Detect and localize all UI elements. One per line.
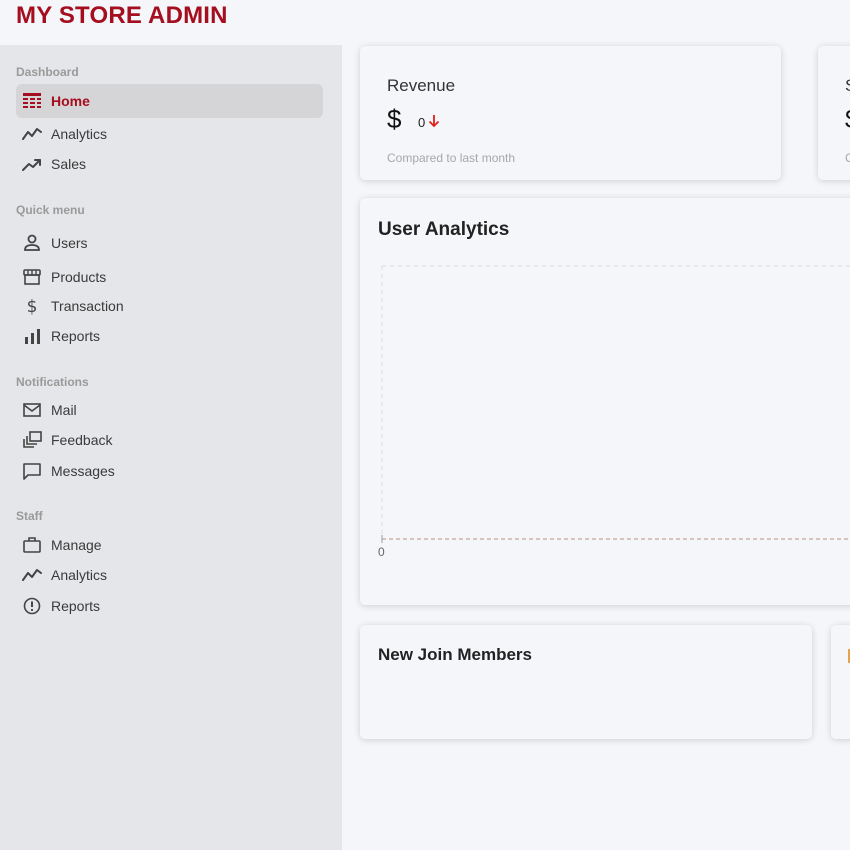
sidebar-item-label: Reports (51, 328, 101, 344)
sidebar-item-mail[interactable]: Mail (16, 393, 323, 427)
sidebar-item-sales[interactable]: Sales (16, 147, 323, 181)
sidebar-item-label: Sales (51, 156, 87, 172)
revenue-card: Revenue $ 0 Compared to last month (360, 46, 781, 180)
latest-transactions-card (831, 625, 850, 739)
sidebar-item-staff-analytics[interactable]: Analytics (16, 558, 323, 592)
second-featured-card: S $ C (818, 46, 850, 180)
sidebar-section-staff: Staff (16, 509, 43, 523)
brand-logo-text[interactable]: MY STORE ADMIN (16, 2, 228, 30)
sidebar-item-reports[interactable]: Reports (16, 319, 323, 353)
home-icon (22, 91, 42, 111)
sidebar-section-notifications: Notifications (16, 375, 89, 389)
top-bar: MY STORE ADMIN (0, 0, 850, 45)
sidebar-item-label: Home (51, 93, 90, 109)
timeline-icon (22, 124, 42, 144)
second-featured-title: S (845, 76, 850, 96)
sidebar-item-feedback[interactable]: Feedback (16, 423, 323, 457)
sidebar-item-label: Analytics (51, 567, 108, 583)
sidebar-item-label: Mail (51, 402, 77, 418)
sidebar-item-messages[interactable]: Messages (16, 454, 323, 488)
sidebar-item-label: Reports (51, 598, 101, 614)
bar-chart-icon (22, 326, 42, 346)
chart-tick-label: 0 (378, 545, 385, 559)
new-join-members-title: New Join Members (378, 645, 532, 664)
work-outline-icon (22, 535, 42, 555)
report-icon (22, 596, 42, 616)
sidebar-item-label: Analytics (51, 126, 108, 142)
sidebar: Dashboard Home Analytics Sales Quick men… (0, 45, 342, 850)
sidebar-item-staff-reports[interactable]: Reports (16, 589, 323, 623)
user-icon (22, 233, 42, 253)
sidebar-item-manage[interactable]: Manage (16, 528, 323, 562)
sidebar-item-transaction[interactable]: $ Transaction (16, 289, 323, 323)
timeline-icon (22, 565, 42, 585)
chat-bubble-icon (22, 461, 42, 481)
sidebar-item-label: Messages (51, 463, 115, 479)
svg-text:$: $ (27, 297, 38, 316)
sidebar-item-label: Feedback (51, 432, 113, 448)
revenue-subtitle: Compared to last month (387, 151, 516, 165)
revenue-title: Revenue (387, 76, 456, 95)
sidebar-item-label: Products (51, 269, 107, 285)
trending-up-icon (22, 154, 42, 174)
revenue-rate: 0 (418, 114, 441, 131)
revenue-rate-value: 0 (418, 115, 426, 130)
sidebar-item-label: Manage (51, 537, 102, 553)
new-join-members-card: New Join Members (360, 625, 812, 739)
sidebar-item-home[interactable]: Home (16, 84, 323, 118)
sidebar-item-label: Users (51, 235, 88, 251)
sidebar-item-label: Transaction (51, 298, 124, 314)
arrow-down-icon (425, 114, 441, 131)
user-analytics-card: User Analytics 0 (360, 198, 850, 605)
dollar-icon: $ (22, 296, 42, 316)
sidebar-item-users[interactable]: Users (16, 226, 323, 260)
second-featured-currency: $ (845, 104, 850, 135)
sidebar-section-quick-menu: Quick menu (16, 203, 85, 217)
dynamic-feed-icon (22, 430, 42, 450)
sidebar-section-dashboard: Dashboard (16, 65, 79, 79)
revenue-currency: $ (387, 104, 402, 134)
sidebar-item-analytics[interactable]: Analytics (16, 117, 323, 151)
second-featured-subtitle: C (845, 151, 850, 165)
user-analytics-chart: 0 (378, 265, 850, 559)
storefront-icon (22, 267, 42, 287)
mail-icon (22, 400, 42, 420)
